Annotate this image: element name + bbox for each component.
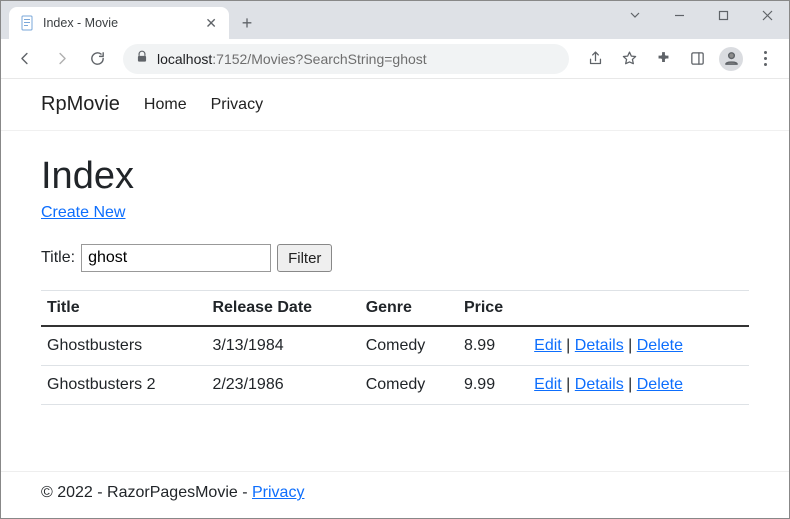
page-favicon bbox=[19, 15, 35, 31]
col-actions bbox=[528, 291, 749, 327]
col-genre: Genre bbox=[360, 291, 458, 327]
cell-release_date: 2/23/1986 bbox=[206, 366, 359, 405]
tab-title: Index - Movie bbox=[43, 16, 195, 30]
window-close-icon[interactable] bbox=[745, 1, 789, 29]
url-path: :7152/Movies?SearchString=ghost bbox=[212, 51, 426, 67]
back-button[interactable] bbox=[9, 43, 41, 75]
cell-price: 9.99 bbox=[458, 366, 528, 405]
delete-link[interactable]: Delete bbox=[637, 337, 683, 354]
cell-release_date: 3/13/1984 bbox=[206, 326, 359, 366]
search-input[interactable] bbox=[81, 244, 271, 272]
browser-tab[interactable]: Index - Movie ✕ bbox=[9, 7, 229, 39]
col-release-date: Release Date bbox=[206, 291, 359, 327]
delete-link[interactable]: Delete bbox=[637, 376, 683, 393]
details-link[interactable]: Details bbox=[575, 337, 624, 354]
window-maximize-icon[interactable] bbox=[701, 1, 745, 29]
browser-titlebar: Index - Movie ✕ + bbox=[1, 1, 789, 39]
profile-avatar[interactable] bbox=[715, 43, 747, 75]
new-tab-button[interactable]: + bbox=[233, 9, 261, 37]
cell-actions: Edit | Details | Delete bbox=[528, 326, 749, 366]
site-navbar: RpMovie Home Privacy bbox=[1, 79, 789, 131]
movies-table: Title Release Date Genre Price Ghostbust… bbox=[41, 290, 749, 405]
extensions-icon[interactable] bbox=[647, 43, 679, 75]
table-row: Ghostbusters3/13/1984Comedy8.99Edit | De… bbox=[41, 326, 749, 366]
side-panel-icon[interactable] bbox=[681, 43, 713, 75]
search-label: Title: bbox=[41, 249, 75, 267]
details-link[interactable]: Details bbox=[575, 376, 624, 393]
address-bar[interactable]: localhost:7152/Movies?SearchString=ghost bbox=[123, 44, 569, 74]
page-title: Index bbox=[41, 155, 749, 198]
kebab-menu-icon[interactable] bbox=[749, 43, 781, 75]
cell-price: 8.99 bbox=[458, 326, 528, 366]
footer-privacy-link[interactable]: Privacy bbox=[252, 484, 304, 501]
site-footer: © 2022 - RazorPagesMovie - Privacy bbox=[1, 471, 789, 518]
reload-button[interactable] bbox=[81, 43, 113, 75]
cell-title: Ghostbusters bbox=[41, 326, 206, 366]
col-title: Title bbox=[41, 291, 206, 327]
window-minimize-icon[interactable] bbox=[657, 1, 701, 29]
url-host: localhost bbox=[157, 51, 212, 67]
footer-text: © 2022 - RazorPagesMovie - bbox=[41, 484, 252, 501]
tab-search-icon[interactable] bbox=[613, 1, 657, 29]
lock-icon bbox=[135, 50, 149, 67]
cell-title: Ghostbusters 2 bbox=[41, 366, 206, 405]
browser-toolbar: localhost:7152/Movies?SearchString=ghost bbox=[1, 39, 789, 79]
share-icon[interactable] bbox=[579, 43, 611, 75]
nav-home[interactable]: Home bbox=[144, 96, 187, 114]
edit-link[interactable]: Edit bbox=[534, 337, 562, 354]
bookmark-star-icon[interactable] bbox=[613, 43, 645, 75]
filter-button[interactable]: Filter bbox=[277, 244, 332, 272]
forward-button[interactable] bbox=[45, 43, 77, 75]
edit-link[interactable]: Edit bbox=[534, 376, 562, 393]
search-form: Title: Filter bbox=[41, 244, 749, 272]
tab-close-icon[interactable]: ✕ bbox=[203, 14, 219, 32]
nav-privacy[interactable]: Privacy bbox=[211, 96, 263, 114]
cell-genre: Comedy bbox=[360, 326, 458, 366]
col-price: Price bbox=[458, 291, 528, 327]
page-viewport: RpMovie Home Privacy Index Create New Ti… bbox=[1, 79, 789, 518]
url-text: localhost:7152/Movies?SearchString=ghost bbox=[157, 51, 427, 67]
brand-link[interactable]: RpMovie bbox=[41, 93, 120, 116]
cell-genre: Comedy bbox=[360, 366, 458, 405]
create-new-link[interactable]: Create New bbox=[41, 204, 125, 221]
table-row: Ghostbusters 22/23/1986Comedy9.99Edit | … bbox=[41, 366, 749, 405]
cell-actions: Edit | Details | Delete bbox=[528, 366, 749, 405]
